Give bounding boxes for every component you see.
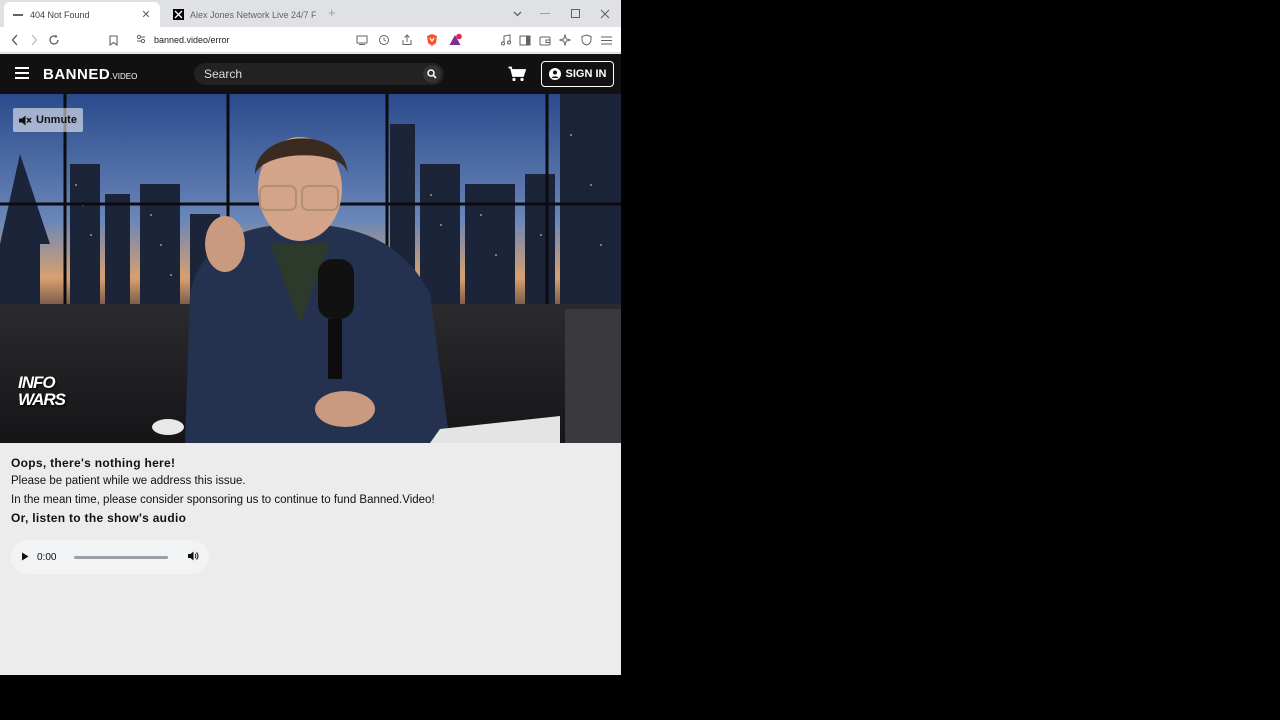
minimize-icon[interactable]: [530, 0, 560, 27]
share-icon[interactable]: [398, 31, 416, 49]
search-input[interactable]: [204, 67, 414, 81]
wallet-icon[interactable]: [536, 31, 554, 49]
menu-icon[interactable]: [597, 31, 615, 49]
url-text: banned.video/error: [154, 35, 230, 45]
search-icon: [427, 69, 437, 79]
audio-prompt: Or, listen to the show's audio: [11, 511, 187, 525]
tab-alex-jones-network[interactable]: Alex Jones Network Live 24/7 Feed: [164, 2, 324, 27]
back-icon[interactable]: [6, 31, 24, 49]
error-heading: Oops, there's nothing here!: [11, 456, 176, 470]
user-circle-icon: [548, 68, 561, 80]
unmute-button[interactable]: Unmute: [13, 108, 83, 132]
site-logo[interactable]: BANNED.VIDEO: [43, 66, 137, 83]
history-icon[interactable]: [375, 31, 393, 49]
vpn-shield-icon[interactable]: [577, 31, 595, 49]
error-content: Oops, there's nothing here! Please be pa…: [0, 443, 621, 675]
logo-main-text: BANNED: [43, 66, 111, 83]
close-icon[interactable]: ✕: [140, 8, 152, 21]
browser-window: 404 Not Found ✕ Alex Jones Network Live …: [0, 0, 621, 675]
x-logo-icon: [172, 9, 184, 21]
sign-in-label: SIGN IN: [565, 68, 607, 80]
media-icon[interactable]: [497, 31, 515, 49]
tab-search-chevron-icon[interactable]: [502, 0, 532, 27]
error-line-patience: Please be patient while we address this …: [11, 475, 246, 487]
bookmark-icon[interactable]: [104, 31, 122, 49]
site-header: BANNED.VIDEO SIGN IN: [0, 54, 621, 94]
audio-time: 0:00: [37, 551, 57, 563]
unmute-label: Unmute: [36, 114, 77, 126]
search-box: [194, 63, 444, 85]
maximize-icon[interactable]: [560, 0, 590, 27]
page-icon: [12, 9, 24, 21]
audio-player: 0:00: [11, 540, 209, 574]
address-bar[interactable]: banned.video/error: [128, 30, 468, 50]
brave-shield-icon[interactable]: [423, 31, 441, 49]
search-button[interactable]: [423, 65, 441, 83]
tab-title: Alex Jones Network Live 24/7 Feed: [190, 9, 316, 20]
video-player[interactable]: INFO WARS Unmute: [0, 94, 621, 443]
site-settings-icon[interactable]: [136, 31, 146, 49]
error-line-sponsor: In the mean time, please consider sponso…: [11, 494, 435, 506]
browser-toolbar: banned.video/error: [0, 27, 621, 53]
screenshot-icon[interactable]: [353, 31, 371, 49]
sign-in-button[interactable]: SIGN IN: [541, 61, 614, 87]
volume-icon[interactable]: [188, 548, 199, 566]
new-tab-icon[interactable]: +: [328, 5, 336, 20]
tab-404-not-found[interactable]: 404 Not Found ✕: [4, 2, 160, 27]
hamburger-menu-icon[interactable]: [15, 67, 29, 79]
leo-ai-icon[interactable]: [556, 31, 574, 49]
watermark-line2: WARS: [18, 390, 66, 409]
play-icon[interactable]: [21, 548, 29, 566]
audio-progress-slider[interactable]: [74, 555, 168, 559]
cart-icon[interactable]: [508, 66, 527, 82]
tab-strip: 404 Not Found ✕ Alex Jones Network Live …: [0, 0, 621, 27]
brave-rewards-icon[interactable]: [446, 31, 464, 49]
video-frame: [0, 94, 621, 443]
reload-icon[interactable]: [45, 31, 63, 49]
window-close-icon[interactable]: [590, 0, 620, 27]
watermark-line1: INFO: [18, 373, 56, 392]
logo-sub-text: .VIDEO: [110, 72, 138, 81]
infowars-watermark: INFO WARS: [18, 374, 82, 408]
sidebar-icon[interactable]: [516, 31, 534, 49]
forward-icon[interactable]: [25, 31, 43, 49]
tab-title: 404 Not Found: [30, 9, 90, 20]
muted-speaker-icon: [19, 115, 32, 125]
